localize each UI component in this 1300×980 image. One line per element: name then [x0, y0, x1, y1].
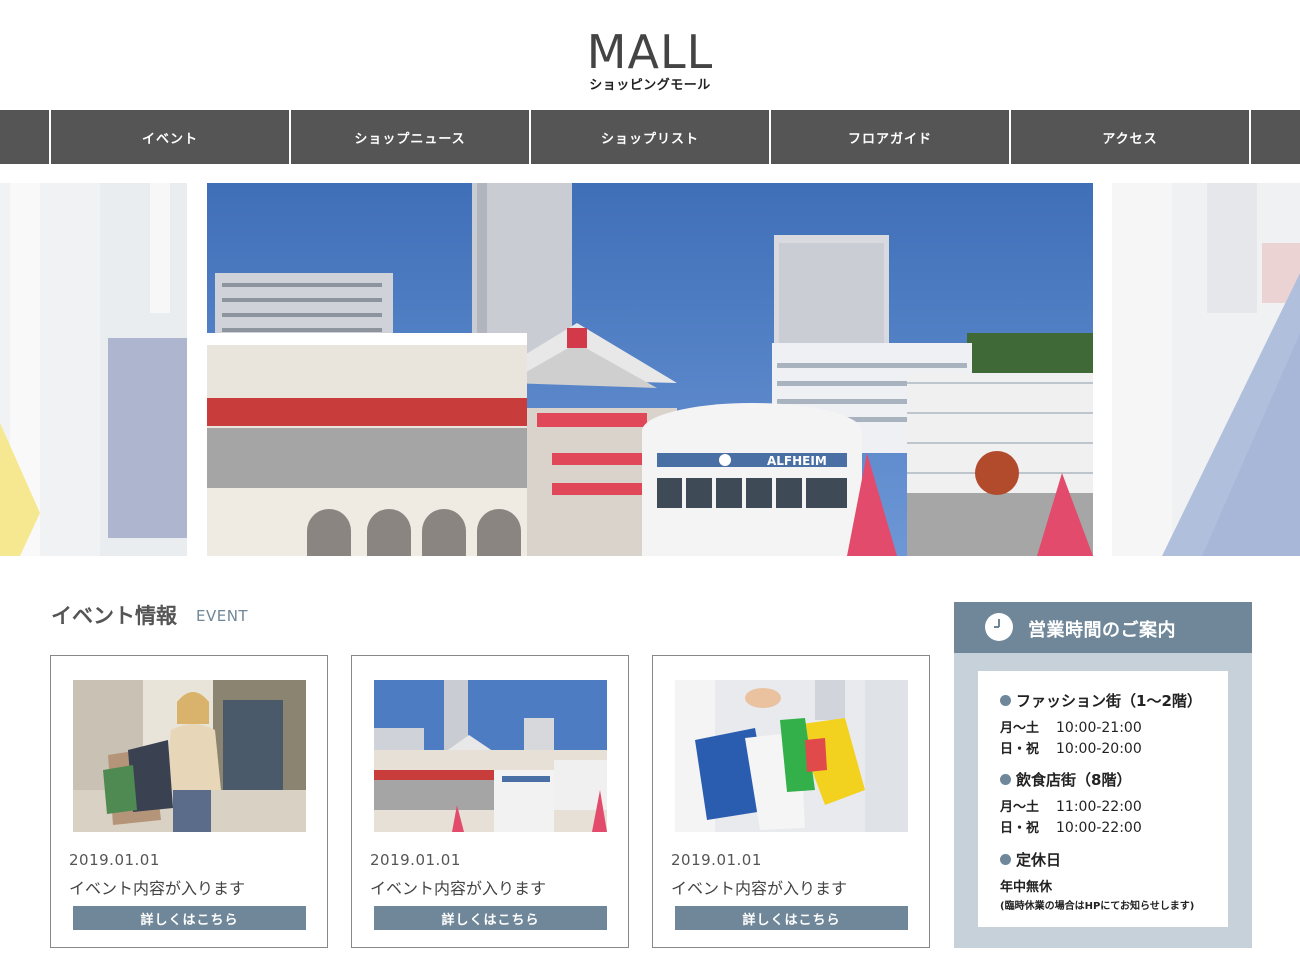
event-text: イベント内容が入ります	[671, 879, 848, 898]
event-date: 2019.01.01	[69, 851, 160, 869]
nav-divider	[1249, 110, 1251, 164]
bullet-icon	[1000, 854, 1011, 865]
site-logo[interactable]: MALL ショッピングモール	[0, 28, 1300, 93]
day-label: 日・祝	[1000, 742, 1040, 757]
closed-days-note: (臨時休業の場合はHPにてお知らせします)	[1000, 901, 1195, 912]
nav-item-floor-guide[interactable]: フロアガイド	[769, 110, 1009, 164]
event-image[interactable]	[73, 680, 306, 832]
time-value: 10:00-22:00	[1056, 820, 1142, 836]
bullet-icon	[1000, 774, 1011, 785]
event-details-button[interactable]: 詳しくはこちら	[73, 906, 306, 930]
shopper-woman-photo	[73, 680, 306, 832]
events-subtitle: EVENT	[196, 607, 249, 625]
events-title: イベント情報	[51, 604, 177, 628]
event-text: イベント内容が入ります	[370, 879, 547, 898]
mall-photo: ALFHEIM	[207, 183, 1093, 556]
logo-title: MALL	[586, 25, 714, 79]
food-hours-weekday: 月〜土 11:00-22:00	[1000, 796, 1142, 815]
fashion-hours-holiday: 日・祝 10:00-20:00	[1000, 738, 1142, 757]
nav-item-shop-list[interactable]: ショップリスト	[529, 110, 769, 164]
alfheim-sign: ALFHEIM	[767, 454, 827, 468]
event-text: イベント内容が入ります	[69, 879, 246, 898]
food-floor-text: 飲食店街（8階）	[1016, 771, 1132, 789]
time-value: 10:00-21:00	[1056, 720, 1142, 736]
fashion-floor-label: ファッション街（1〜2階）	[1000, 690, 1202, 711]
slide-next[interactable]	[1112, 183, 1300, 556]
closed-days-label: 定休日	[1000, 849, 1061, 870]
event-card: 2019.01.01 イベント内容が入ります 詳しくはこちら	[351, 655, 629, 948]
main-nav: イベント ショップニュース ショップリスト フロアガイド アクセス	[0, 110, 1300, 164]
hero-slider[interactable]: ALFHEIM	[0, 183, 1300, 556]
shopping-bags-photo	[675, 680, 908, 832]
business-hours-panel: 営業時間のご案内 ファッション街（1〜2階） 月〜土 10:00-21:00 日・…	[954, 602, 1252, 948]
event-details-button[interactable]: 詳しくはこちら	[374, 906, 607, 930]
slide-prev-image	[0, 183, 187, 556]
event-details-button[interactable]: 詳しくはこちら	[675, 906, 908, 930]
time-value: 11:00-22:00	[1056, 799, 1142, 815]
time-value: 10:00-20:00	[1056, 741, 1142, 757]
business-hours-header: 営業時間のご案内	[954, 602, 1252, 653]
event-date: 2019.01.01	[671, 851, 762, 869]
day-label: 月〜土	[1000, 800, 1040, 815]
nav-item-access[interactable]: アクセス	[1009, 110, 1249, 164]
clock-icon	[985, 613, 1013, 641]
fashion-floor-text: ファッション街（1〜2階）	[1016, 692, 1202, 710]
closed-days-text: 定休日	[1016, 851, 1062, 869]
event-card: 2019.01.01 イベント内容が入ります 詳しくはこちら	[652, 655, 930, 948]
event-image[interactable]	[675, 680, 908, 832]
event-card: 2019.01.01 イベント内容が入ります 詳しくはこちら	[50, 655, 328, 948]
day-label: 月〜土	[1000, 721, 1040, 736]
slide-current[interactable]: ALFHEIM	[207, 183, 1093, 556]
nav-item-event[interactable]: イベント	[49, 110, 289, 164]
day-label: 日・祝	[1000, 821, 1040, 836]
business-hours-content: ファッション街（1〜2階） 月〜土 10:00-21:00 日・祝 10:00-20…	[978, 671, 1228, 927]
business-hours-title: 営業時間のご案内	[1028, 620, 1176, 641]
food-floor-label: 飲食店街（8階）	[1000, 769, 1131, 790]
nav-item-shop-news[interactable]: ショップニュース	[289, 110, 529, 164]
bullet-icon	[1000, 695, 1011, 706]
logo-subtitle: ショッピングモール	[589, 78, 711, 93]
food-hours-holiday: 日・祝 10:00-22:00	[1000, 817, 1142, 836]
slide-prev[interactable]	[0, 183, 187, 556]
slide-next-image	[1112, 183, 1300, 556]
closed-days-value: 年中無休	[1000, 880, 1053, 895]
event-date: 2019.01.01	[370, 851, 461, 869]
event-image[interactable]	[374, 680, 607, 832]
mall-photo-small	[374, 680, 607, 832]
fashion-hours-weekday: 月〜土 10:00-21:00	[1000, 717, 1142, 736]
site-header: MALL ショッピングモール	[0, 0, 1300, 110]
